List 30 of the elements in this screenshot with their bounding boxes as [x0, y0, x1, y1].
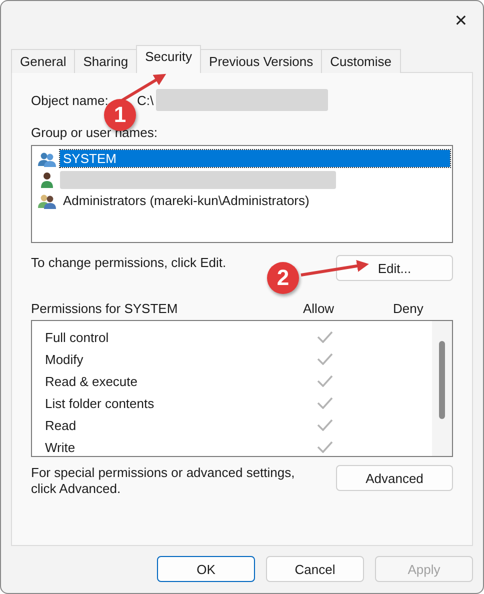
- dialog-button[interactable]: OK: [157, 556, 255, 582]
- edit-hint: To change permissions, click Edit.: [31, 255, 226, 271]
- tab[interactable]: Customise: [321, 49, 401, 73]
- users-icon: [38, 150, 56, 166]
- close-button[interactable]: ✕: [445, 5, 477, 35]
- group-list-item[interactable]: SYSTEM: [60, 150, 450, 167]
- object-path: C:\: [137, 92, 154, 108]
- permission-name: List folder contents: [45, 396, 156, 410]
- permission-name: Read: [45, 418, 78, 432]
- dialog-button[interactable]: Cancel: [266, 556, 364, 582]
- group-list[interactable]: SYSTEM Administrators (mareki-kun\Administrators): [31, 145, 453, 243]
- scrollbar-thumb[interactable]: [439, 341, 445, 419]
- permission-name: Write: [45, 440, 76, 454]
- tab[interactable]: General: [11, 49, 76, 73]
- tab[interactable]: Previous Versions: [200, 49, 322, 73]
- permission-name: Full control: [45, 330, 110, 344]
- deny-column-header: Deny: [393, 300, 424, 316]
- permissions-title: Permissions for SYSTEM: [31, 300, 179, 316]
- annotation-arrow: [300, 260, 369, 276]
- users-icon: [38, 192, 56, 208]
- advanced-button[interactable]: Advanced: [336, 465, 453, 491]
- tab[interactable]: Security: [136, 45, 202, 73]
- user-icon: [38, 172, 56, 188]
- advanced-hint: For special permissions or advanced settings, click Advanced.: [31, 465, 296, 497]
- edit-button[interactable]: Edit...: [336, 255, 453, 281]
- permission-name: Modify: [45, 352, 84, 366]
- permission-name: Read & execute: [45, 374, 139, 388]
- group-list-item[interactable]: Administrators (mareki-kun\Administrators): [60, 192, 450, 209]
- allow-column-header: Allow: [303, 300, 336, 316]
- tab[interactable]: Sharing: [74, 49, 138, 73]
